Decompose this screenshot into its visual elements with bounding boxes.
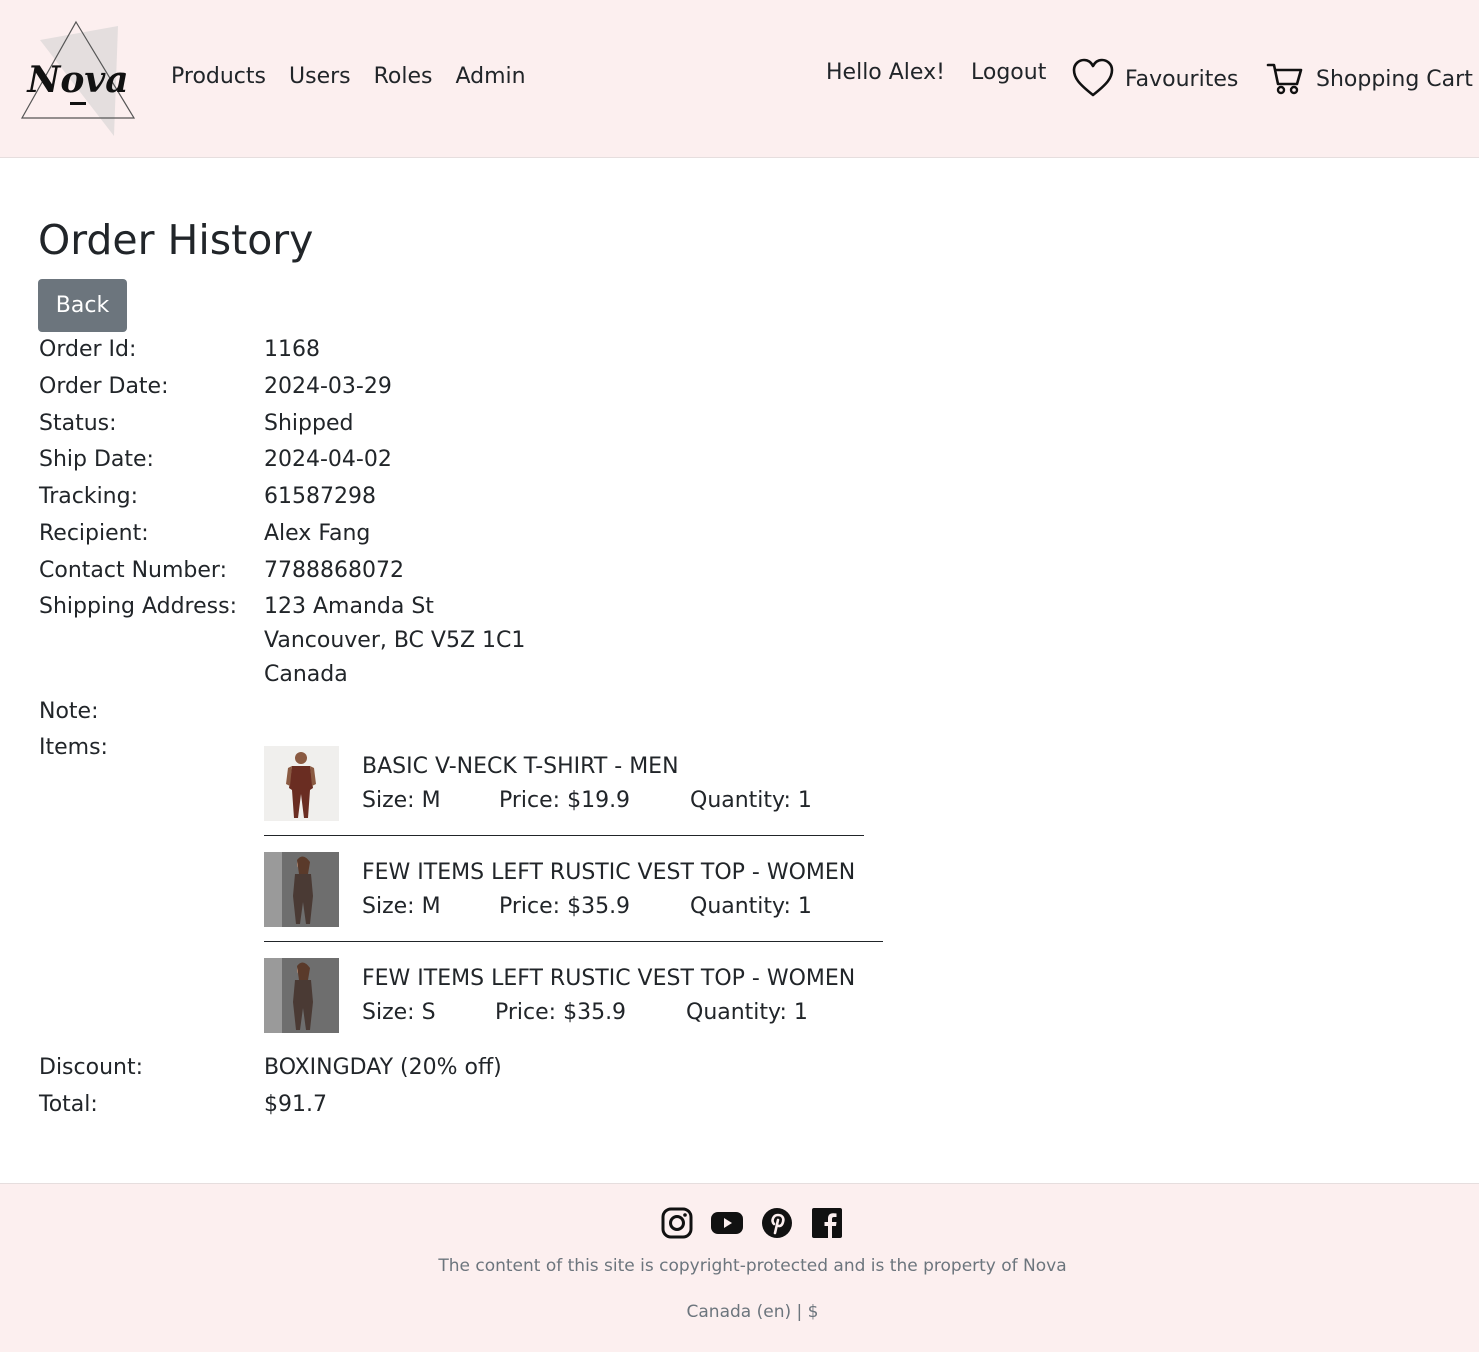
product-thumbnail[interactable]: [264, 852, 339, 927]
ship-date-value: 2024-04-02: [264, 447, 392, 472]
logout-link[interactable]: Logout: [971, 58, 1046, 88]
order-date-value: 2024-03-29: [264, 374, 392, 399]
item-quantity: Quantity: 1: [686, 1000, 808, 1025]
total-value: $91.7: [264, 1092, 327, 1117]
product-thumbnail[interactable]: [264, 746, 339, 821]
copyright-text: The content of this site is copyright-pr…: [438, 1256, 1067, 1276]
order-date-label: Order Date:: [39, 374, 169, 399]
total-label: Total:: [39, 1092, 98, 1117]
address-line1: 123 Amanda St: [264, 594, 434, 619]
item-divider: [264, 941, 883, 942]
item-price: Price: $19.9: [499, 788, 631, 813]
item-price: Price: $35.9: [495, 1000, 627, 1025]
item-price: Price: $35.9: [499, 894, 631, 919]
item-quantity: Quantity: 1: [690, 894, 812, 919]
contact-label: Contact Number:: [39, 558, 227, 583]
tracking-label: Tracking:: [39, 484, 138, 509]
item-size: Size: M: [362, 788, 441, 813]
contact-value: 7788868072: [264, 558, 404, 583]
items-label: Items:: [39, 735, 108, 760]
user-nav: Hello Alex! Logout Favourites Shopping C…: [0, 58, 1479, 98]
item-name: FEW ITEMS LEFT RUSTIC VEST TOP - WOMEN: [362, 860, 856, 885]
item-meta: Size: M Price: $35.9 Quantity: 1: [362, 890, 812, 924]
discount-label: Discount:: [39, 1055, 143, 1080]
instagram-icon[interactable]: [660, 1206, 694, 1240]
shopping-cart-link[interactable]: Shopping Cart: [1266, 60, 1473, 100]
site-header: Nova Products Users Roles Admin Hello Al…: [0, 0, 1479, 158]
order-id-value: 1168: [264, 337, 320, 362]
status-label: Status:: [39, 411, 117, 436]
order-item: FEW ITEMS LEFT RUSTIC VEST TOP - WOMEN S…: [264, 852, 884, 932]
item-name: FEW ITEMS LEFT RUSTIC VEST TOP - WOMEN: [362, 966, 856, 991]
item-name: BASIC V-NECK T-SHIRT - MEN: [362, 754, 679, 779]
order-item: BASIC V-NECK T-SHIRT - MEN Size: M Price:…: [264, 746, 884, 826]
order-id-label: Order Id:: [39, 337, 137, 362]
favourites-link[interactable]: Favourites: [1071, 58, 1238, 102]
discount-value: BOXINGDAY (20% off): [264, 1055, 502, 1080]
facebook-icon[interactable]: [810, 1206, 844, 1240]
cart-icon: [1266, 60, 1304, 100]
favourites-label: Favourites: [1125, 67, 1239, 92]
status-value: Shipped: [264, 411, 354, 436]
locale-selector[interactable]: Canada (en) | $: [0, 1302, 1479, 1322]
address-label: Shipping Address:: [39, 594, 237, 619]
shopping-cart-label: Shopping Cart: [1316, 67, 1473, 92]
page-title: Order History: [38, 216, 314, 264]
site-footer: The content of this site is copyright-pr…: [0, 1183, 1479, 1352]
product-thumbnail[interactable]: [264, 958, 339, 1033]
heart-icon: [1071, 58, 1115, 102]
back-button[interactable]: Back: [38, 279, 127, 332]
item-meta: Size: S Price: $35.9 Quantity: 1: [362, 996, 808, 1030]
item-size: Size: M: [362, 894, 441, 919]
greeting-text: Hello Alex!: [826, 60, 945, 85]
pinterest-icon[interactable]: [760, 1206, 794, 1240]
recipient-label: Recipient:: [39, 521, 149, 546]
address-line2: Vancouver, BC V5Z 1C1: [264, 628, 526, 653]
tracking-value: 61587298: [264, 484, 376, 509]
youtube-icon[interactable]: [710, 1206, 744, 1240]
item-meta: Size: M Price: $19.9 Quantity: 1: [362, 784, 812, 818]
item-divider: [264, 835, 864, 836]
item-size: Size: S: [362, 1000, 436, 1025]
order-item: FEW ITEMS LEFT RUSTIC VEST TOP - WOMEN S…: [264, 958, 884, 1038]
social-links: [660, 1206, 860, 1240]
note-label: Note:: [39, 699, 99, 724]
recipient-value: Alex Fang: [264, 521, 371, 546]
ship-date-label: Ship Date:: [39, 447, 154, 472]
item-quantity: Quantity: 1: [690, 788, 812, 813]
address-line3: Canada: [264, 662, 348, 687]
